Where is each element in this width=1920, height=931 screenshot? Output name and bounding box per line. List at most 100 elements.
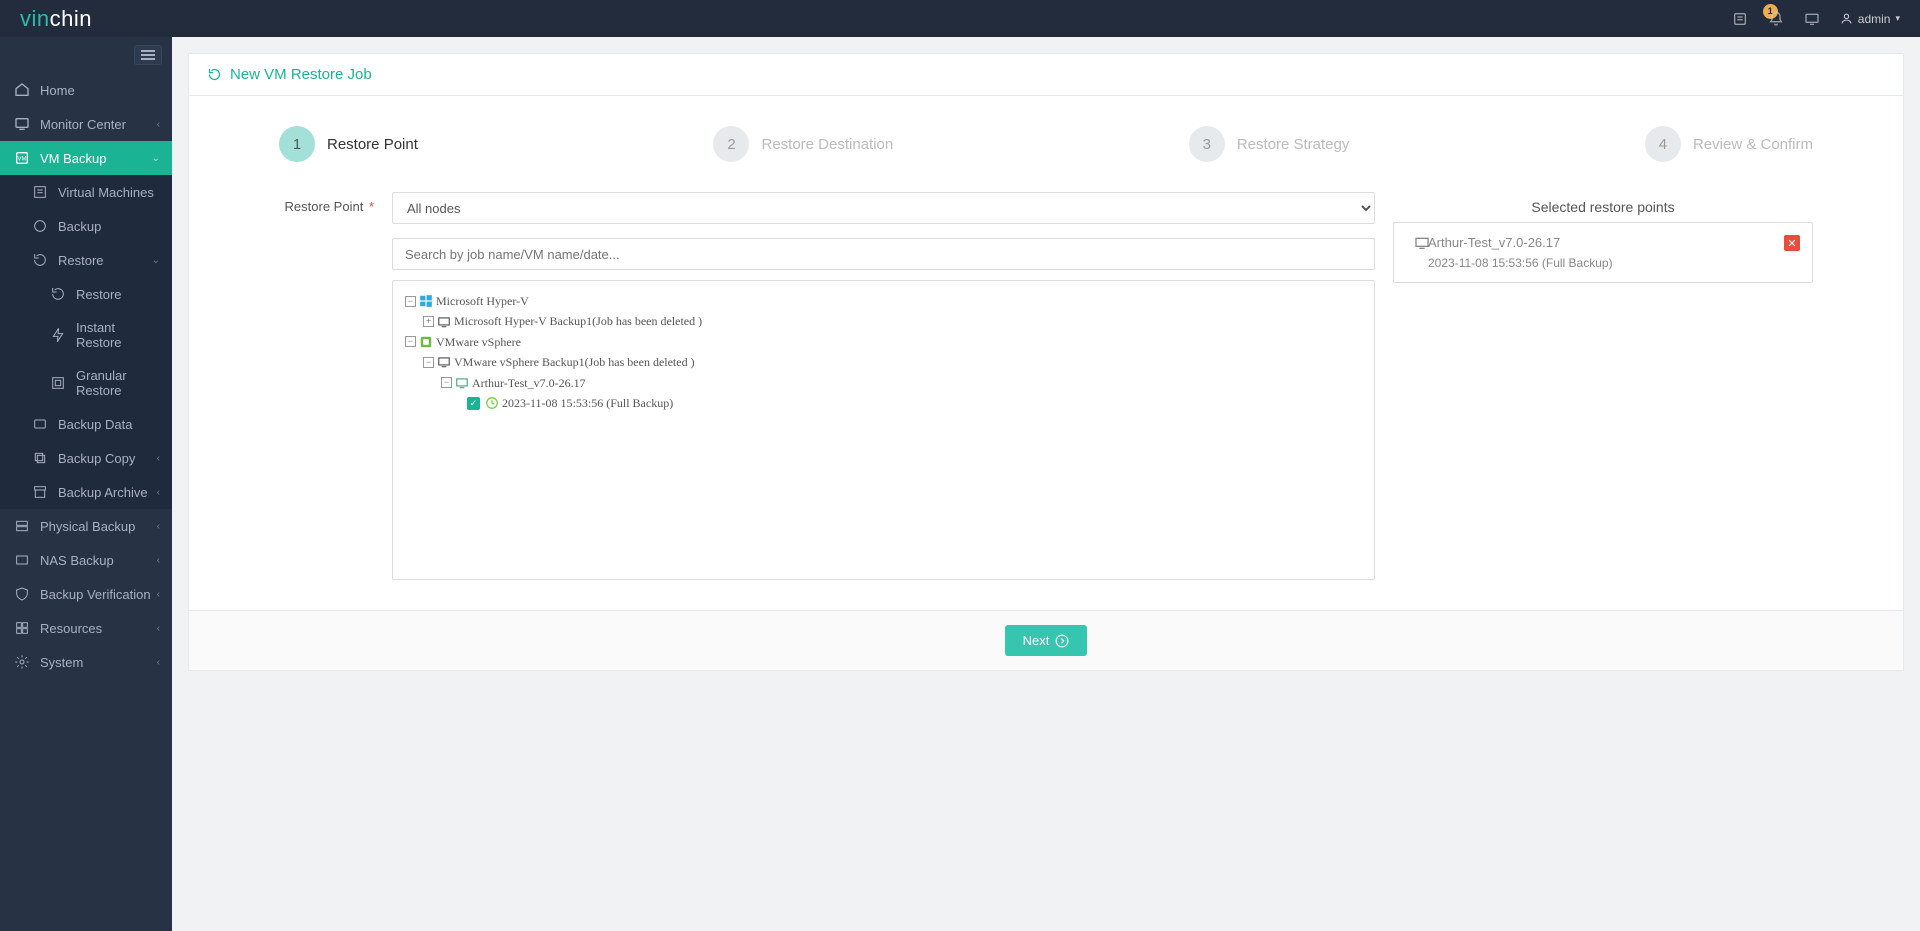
circle-icon — [32, 218, 48, 234]
granular-icon — [50, 375, 66, 391]
tree-node-vm[interactable]: − Arthur-Test_v7.0-26.17 — [441, 373, 1362, 393]
step-4-num: 4 — [1645, 126, 1681, 162]
clock-icon — [485, 396, 499, 410]
server-icon — [14, 518, 30, 534]
chevron-left-icon: ‹ — [157, 623, 160, 634]
data-icon — [32, 416, 48, 432]
tree-node-hyperv-job[interactable]: + Microsoft Hyper-V Backup1(Job has been… — [423, 311, 1362, 331]
required-asterisk: * — [369, 199, 374, 214]
instant-restore-label: Instant Restore — [76, 320, 158, 350]
sidebar-item-nas-backup[interactable]: NAS Backup ‹ — [0, 543, 172, 577]
sidebar-item-physical-backup[interactable]: Physical Backup ‹ — [0, 509, 172, 543]
backup-archive-label: Backup Archive — [58, 485, 148, 500]
vm-icon — [455, 377, 469, 389]
sidebar-toggle-button[interactable] — [134, 45, 162, 65]
sidebar-item-granular-restore[interactable]: Granular Restore — [0, 359, 172, 407]
tree-vm-label: Arthur-Test_v7.0-26.17 — [472, 373, 586, 393]
collapse-icon[interactable]: − — [441, 377, 452, 388]
step-3[interactable]: 3 Restore Strategy — [1189, 126, 1350, 162]
step-2-num: 2 — [713, 126, 749, 162]
search-input[interactable] — [392, 238, 1375, 270]
monitor-icon — [437, 356, 451, 368]
next-button[interactable]: Next — [1005, 625, 1088, 656]
chevron-left-icon: ‹ — [157, 589, 160, 600]
step-1-num: 1 — [279, 126, 315, 162]
tree-node-vsphere-job[interactable]: − VMware vSphere Backup1(Job has been de… — [423, 352, 1362, 372]
step-1-label: Restore Point — [327, 136, 418, 153]
tree-node-vsphere[interactable]: − VMware vSphere — [405, 332, 1362, 352]
sidebar-item-backup-verification[interactable]: Backup Verification ‹ — [0, 577, 172, 611]
user-name: admin — [1858, 12, 1891, 26]
tree-point-label: 2023-11-08 15:53:56 (Full Backup) — [502, 393, 673, 413]
collapse-icon[interactable]: − — [423, 357, 434, 368]
tree-panel: − Microsoft Hyper-V + Microsoft Hyper-V … — [392, 280, 1375, 580]
step-2[interactable]: 2 Restore Destination — [713, 126, 893, 162]
nas-backup-label: NAS Backup — [40, 553, 114, 568]
next-label: Next — [1023, 633, 1050, 648]
restore-submenu: Restore Instant Restore Granular Restore — [0, 277, 172, 407]
display-icon[interactable] — [1804, 11, 1820, 27]
sidebar-item-monitor-center[interactable]: Monitor Center ‹ — [0, 107, 172, 141]
sidebar-item-backup-archive[interactable]: Backup Archive ‹ — [0, 475, 172, 509]
arrow-right-icon — [1055, 634, 1069, 648]
header-actions: 1 admin ▾ — [1732, 11, 1900, 27]
sidebar-item-virtual-machines[interactable]: Virtual Machines — [0, 175, 172, 209]
nas-icon — [14, 552, 30, 568]
step-1: 1 Restore Point — [279, 126, 418, 162]
selected-column: Selected restore points Arthur-Test_v7.0… — [1393, 192, 1813, 283]
sidebar: Home Monitor Center ‹ VM VM Backup ⌄ Vir… — [0, 37, 172, 931]
vm-icon — [1414, 236, 1430, 250]
archive-icon — [32, 484, 48, 500]
restore-icon — [50, 286, 66, 302]
sidebar-item-vm-backup[interactable]: VM VM Backup ⌄ — [0, 141, 172, 175]
chevron-left-icon: ‹ — [157, 119, 160, 130]
step-4[interactable]: 4 Review & Confirm — [1645, 126, 1813, 162]
chevron-left-icon: ‹ — [157, 657, 160, 668]
collapse-icon[interactable]: − — [405, 296, 416, 307]
home-icon — [14, 82, 30, 98]
node-select[interactable]: All nodes — [392, 192, 1375, 224]
selected-points-header: Selected restore points — [1393, 192, 1813, 222]
shield-icon — [14, 586, 30, 602]
tree-hyperv-label: Microsoft Hyper-V — [436, 291, 529, 311]
chevron-left-icon: ‹ — [157, 487, 160, 498]
panel-header: New VM Restore Job — [189, 54, 1903, 96]
grid-icon — [14, 620, 30, 636]
panel-footer: Next — [189, 610, 1903, 670]
sidebar-item-backup-copy[interactable]: Backup Copy ‹ — [0, 441, 172, 475]
tree-node-restore-point[interactable]: ✓ 2023-11-08 15:53:56 (Full Backup) — [467, 393, 1362, 413]
vmware-icon — [419, 335, 433, 349]
selected-restore-point: Arthur-Test_v7.0-26.17 2023-11-08 15:53:… — [1393, 222, 1813, 283]
chevron-down-icon: ⌄ — [152, 255, 160, 266]
svg-text:VM: VM — [18, 157, 27, 163]
sidebar-item-backup[interactable]: Backup — [0, 209, 172, 243]
tasks-icon[interactable] — [1732, 11, 1748, 27]
vm-icon: VM — [14, 150, 30, 166]
checkbox-checked-icon[interactable]: ✓ — [467, 397, 480, 410]
middle-column: All nodes − Microsoft Hyper-V + — [392, 192, 1375, 580]
sidebar-item-instant-restore[interactable]: Instant Restore — [0, 311, 172, 359]
step-3-label: Restore Strategy — [1237, 136, 1350, 153]
expand-icon[interactable]: + — [423, 316, 434, 327]
page-title: New VM Restore Job — [230, 66, 372, 83]
selected-subtitle: 2023-11-08 15:53:56 (Full Backup) — [1428, 256, 1798, 270]
sidebar-item-system[interactable]: System ‹ — [0, 645, 172, 679]
vm-backup-label: VM Backup — [40, 151, 106, 166]
tree-node-hyperv[interactable]: − Microsoft Hyper-V — [405, 291, 1362, 311]
monitor-icon — [437, 316, 451, 328]
user-menu[interactable]: admin ▾ — [1840, 12, 1900, 26]
sidebar-item-restore-sub[interactable]: Restore — [0, 277, 172, 311]
collapse-icon[interactable]: − — [405, 336, 416, 347]
physical-backup-label: Physical Backup — [40, 519, 135, 534]
step-2-label: Restore Destination — [761, 136, 893, 153]
remove-button[interactable]: ✕ — [1784, 235, 1800, 251]
restore-point-label: Restore Point — [285, 199, 364, 214]
sidebar-item-resources[interactable]: Resources ‹ — [0, 611, 172, 645]
logo-part2: chin — [50, 6, 92, 31]
sidebar-item-home[interactable]: Home — [0, 73, 172, 107]
notifications-icon[interactable]: 1 — [1768, 11, 1784, 27]
backup-copy-label: Backup Copy — [58, 451, 135, 466]
sidebar-item-restore[interactable]: Restore ⌄ — [0, 243, 172, 277]
app-header: vinchin 1 admin ▾ — [0, 0, 1920, 37]
sidebar-item-backup-data[interactable]: Backup Data — [0, 407, 172, 441]
